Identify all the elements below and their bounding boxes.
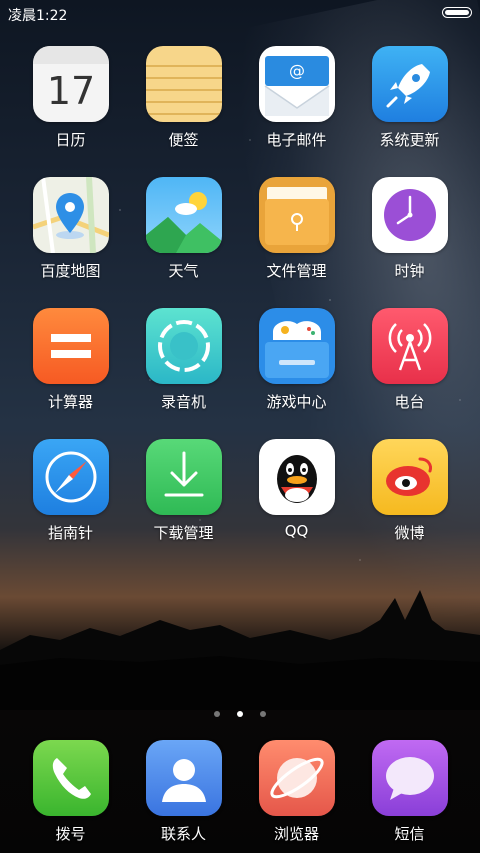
app-notes[interactable]: 便签 [127,46,240,150]
weibo-icon [371,439,448,515]
app-label: 微博 [394,524,425,542]
app-label: 电子邮件 [266,131,327,149]
app-label: 游戏中心 [266,393,327,411]
app-weather[interactable]: 天气 [127,177,240,281]
app-system-update[interactable]: 系统更新 [353,46,466,150]
qq-penguin-icon [258,439,335,515]
app-qq[interactable]: QQ [240,439,353,540]
app-label: 指南针 [47,524,93,542]
battery-icon [442,7,472,18]
email-icon: @ [258,46,335,122]
app-calculator[interactable]: 计算器 [14,308,127,412]
app-label: 短信 [394,825,425,843]
folder-icon [258,177,335,253]
weather-icon [145,177,222,253]
app-label: 日历 [55,131,86,149]
app-label: 系统更新 [379,131,440,149]
app-label: 联系人 [160,825,206,843]
radio-tower-icon [371,308,448,384]
message-icon [371,740,448,816]
app-file-manager[interactable]: 文件管理 [240,177,353,281]
phone-icon [32,740,109,816]
app-weibo[interactable]: 微博 [353,439,466,543]
contacts-icon [145,740,222,816]
app-label: 下载管理 [153,524,214,542]
app-label: 录音机 [160,393,206,411]
app-recorder[interactable]: 录音机 [127,308,240,412]
dock-app-browser[interactable]: 浏览器 [240,740,353,844]
download-icon [145,439,222,515]
app-label: 拨号 [55,825,86,843]
recorder-icon [145,308,222,384]
app-label: 时钟 [394,262,425,280]
app-compass[interactable]: 指南针 [14,439,127,543]
app-label: 浏览器 [273,825,319,843]
app-calendar[interactable]: 17 日历 [14,46,127,150]
calendar-day: 17 [46,69,94,113]
status-time: 凌晨1:22 [8,8,68,24]
app-label: QQ [284,522,309,540]
dock-app-dialer[interactable]: 拨号 [14,740,127,844]
app-label: 便签 [168,131,199,149]
notes-icon [145,46,222,122]
app-label: 计算器 [47,393,93,411]
clock-icon [371,177,448,253]
app-label: 百度地图 [40,262,101,280]
page-dot[interactable] [260,711,267,717]
dock-app-messages[interactable]: 短信 [353,740,466,844]
page-indicator [0,702,480,717]
status-bar: 凌晨1:22 [0,0,480,28]
app-email[interactable]: @ 电子邮件 [240,46,353,150]
app-label: 文件管理 [266,262,327,280]
app-radio[interactable]: 电台 [353,308,466,412]
page-dot[interactable] [213,711,220,717]
app-game-center[interactable]: 游戏中心 [240,308,353,412]
app-clock[interactable]: 时钟 [353,177,466,281]
page-dot-active[interactable] [237,711,243,717]
map-pin-icon [32,177,109,253]
app-label: 电台 [394,393,425,411]
browser-icon [258,740,335,816]
app-label: 天气 [168,262,199,280]
dock-app-contacts[interactable]: 联系人 [127,740,240,844]
gamepad-icon [258,308,335,384]
app-download-manager[interactable]: 下载管理 [127,439,240,543]
svg-text:@: @ [289,61,305,80]
wallpaper-mountains [0,590,480,710]
calendar-icon: 17 [32,46,109,122]
compass-icon [32,439,109,515]
calculator-icon [32,308,109,384]
app-baidu-map[interactable]: 百度地图 [14,177,127,281]
rocket-icon [371,46,448,122]
